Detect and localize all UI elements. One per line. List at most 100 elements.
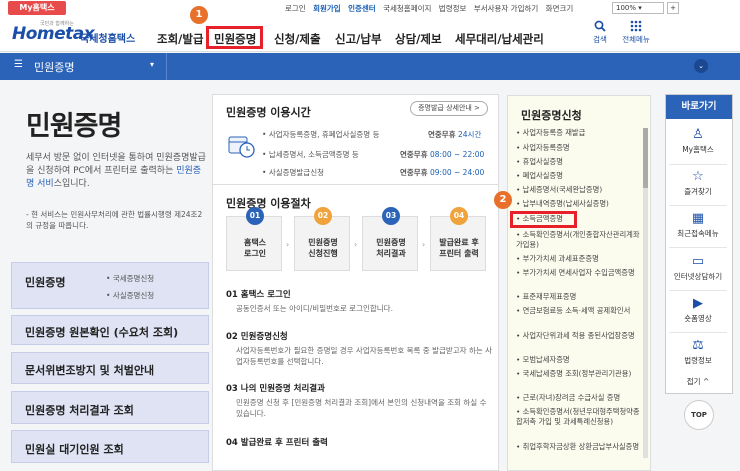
detail-guide-button[interactable]: 증명발급 상세안내 >: [410, 101, 488, 116]
process-title: 민원증명 이용절차: [226, 197, 311, 210]
divider: [669, 247, 727, 248]
hours-title: 민원증명 이용시간: [226, 106, 311, 119]
step-detail-title-2: 02 민원증명신청: [226, 332, 288, 342]
step-detail-title-3: 03 나의 민원증명 처리결과: [226, 384, 325, 394]
lbtn-label: 민원실 대기인원 조회: [25, 443, 124, 456]
dept-user-signup-link[interactable]: 부서사용자 가입하기: [474, 4, 538, 13]
apply-scrollbar-thumb[interactable]: [643, 128, 648, 188]
step-detail-desc-1: 공동인증서 또는 아이디/비밀번호로 로그인합니다.: [236, 304, 393, 313]
divider: [669, 290, 727, 291]
desc-text-end: 스입니다.: [53, 179, 90, 189]
divider: [669, 205, 727, 206]
nav-report-pay[interactable]: 신고/납부: [335, 31, 382, 47]
apply-item[interactable]: • 사업자단위과세 적용 종된사업장증명: [516, 331, 644, 341]
zoom-select[interactable]: 100% ▾: [612, 2, 664, 14]
quick-menu-title: 바로가기: [666, 95, 732, 119]
apply-item[interactable]: • 표준재무제표증명: [516, 292, 644, 302]
page-description: 세무서 방문 없이 인터넷을 통하여 민원증명발급을 신청하여 PC에서 프린터…: [26, 152, 206, 191]
quick-online-consult[interactable]: ▭ 인터넷상담하기: [665, 255, 731, 282]
sub-navigation-bar: ☰ 민원증명 ▾ ⌄: [0, 53, 740, 80]
highlight-box-income-amount: [510, 211, 577, 228]
search-button[interactable]: 검색: [586, 20, 614, 45]
chevron-right-icon: ›: [286, 240, 290, 249]
law-info-link[interactable]: 법령정보: [439, 4, 467, 13]
hours-row-3: • 사실증명발급신청: [262, 168, 325, 177]
subnav-title: 민원증명: [34, 61, 75, 74]
quick-recent-menu[interactable]: ▦ 최근접속메뉴: [665, 212, 731, 239]
apply-item[interactable]: • 부가가치세 과세표준증명: [516, 254, 644, 264]
all-menu-button[interactable]: 전체메뉴: [616, 20, 656, 45]
civil-cert-menu-button[interactable]: 민원증명 • 국세증명신청 • 사실증명신청: [11, 262, 209, 309]
subnav-divider: [166, 53, 167, 80]
cert-center-link[interactable]: 인증센터: [348, 4, 376, 13]
zoom-in-button[interactable]: +: [667, 2, 679, 14]
star-icon: ☆: [692, 169, 704, 184]
forgery-prevention-button[interactable]: 문서위변조방지 및 처벌안내: [11, 352, 209, 384]
hamburger-icon[interactable]: ☰: [14, 59, 23, 70]
step-card-4: 04 발급완료 후 프린터 출력: [430, 207, 486, 271]
nav-inquiry-issue[interactable]: 조회/발급: [157, 31, 204, 47]
search-icon: [594, 20, 606, 32]
original-verify-button[interactable]: 민원증명 원본확인 (수요처 조회): [11, 315, 209, 345]
law-icon: ⚖: [692, 338, 704, 353]
step-label: 민원증명 처리결과: [376, 238, 406, 258]
apply-item[interactable]: • 국세납세증명 조회(정부관리기관용): [516, 369, 644, 379]
chevron-right-icon: ›: [354, 240, 358, 249]
clock-calendar-icon: [228, 136, 255, 158]
apply-item[interactable]: • 납부내역증명(납세사실증명): [516, 199, 644, 209]
quick-favorites[interactable]: ☆ 즐겨찾기: [665, 170, 731, 197]
hours-row-2-time: 연중무휴 08:00 ~ 22:00: [400, 150, 485, 159]
fact-cert-link[interactable]: • 사실증명신청: [106, 290, 154, 301]
screen-size-label: 화면크기: [545, 4, 574, 13]
apply-item[interactable]: • 취업후학자금상환 상환금납부사실증명: [516, 442, 644, 452]
subnav-collapse-icon[interactable]: ⌄: [694, 59, 708, 73]
result-inquiry-button[interactable]: 민원증명 처리결과 조회: [11, 391, 209, 424]
logo-org: 국세청홈택스: [80, 34, 136, 45]
lbtn-label: 문서위변조방지 및 처벌안내: [25, 364, 155, 377]
play-icon: ▶: [693, 296, 703, 311]
apply-item[interactable]: • 소득확인증명서(청년우대형주택청약종합저축 가입 및 과세특례신청용): [516, 407, 644, 427]
nts-home-link[interactable]: 국세청홈페이지: [383, 4, 431, 13]
step-detail-title-4: 04 발급완료 후 프린터 출력: [226, 438, 328, 448]
quick-myhometax[interactable]: ♙ My홈택스: [665, 128, 731, 155]
lbtn-label: 민원증명: [25, 276, 66, 289]
quick-short-video[interactable]: ▶ 숏폼영상: [665, 297, 731, 324]
waiting-count-button[interactable]: 민원실 대기인원 조회: [11, 430, 209, 463]
step-badge-1: 1: [190, 6, 208, 24]
nav-consult-report[interactable]: 상담/제보: [395, 31, 442, 47]
nav-tax-agent[interactable]: 세무대리/납세관리: [455, 31, 544, 47]
apply-item[interactable]: • 휴업사실증명: [516, 157, 644, 167]
nav-apply-submit[interactable]: 신청/제출: [274, 31, 321, 47]
subnav-dropdown-icon[interactable]: ▾: [150, 60, 154, 69]
signup-link[interactable]: 회원가입: [313, 4, 341, 13]
apply-item[interactable]: • 연금보험료등 소득·세액 공제확인서: [516, 306, 644, 316]
apply-item[interactable]: • 폐업사실증명: [516, 171, 644, 181]
apply-item[interactable]: • 소득확인증명서(개인종합자산관리계좌 가입용): [516, 230, 644, 250]
national-tax-cert-link[interactable]: • 국세증명신청: [106, 273, 154, 284]
lbtn-label: 민원증명 원본확인 (수요처 조회): [25, 326, 179, 339]
step-number: 02: [314, 207, 332, 225]
step-detail-desc-2: 사업자등록번호가 필요한 증명일 경우 사업자등록번호 목록 중 발급받고자 하…: [236, 346, 493, 366]
search-label: 검색: [593, 35, 607, 44]
quick-collapse-button[interactable]: 접기 ^: [665, 376, 731, 387]
apply-item[interactable]: • 부가가치세 면세사업자 수입금액증명: [516, 268, 644, 278]
top-links: 로그인 회원가입 인증센터 국세청홈페이지 법령정보 부서사용자 가입하기 화면…: [285, 3, 578, 14]
step-card-3: 03 민원증명 처리결과: [362, 207, 418, 271]
apply-item[interactable]: • 근로(자녀)장려금 수급사실 증명: [516, 393, 644, 403]
login-link[interactable]: 로그인: [285, 4, 306, 13]
apply-item[interactable]: • 납세증명서(국세완납증명): [516, 185, 644, 195]
apply-item[interactable]: • 모범납세자증명: [516, 355, 644, 365]
grid-menu-icon: [630, 20, 642, 32]
step-card-1: 01 홈택스 로그인: [226, 207, 282, 271]
apply-item[interactable]: • 사업자등록증 재발급: [516, 128, 644, 138]
quick-law-info[interactable]: ⚖ 법령정보: [665, 339, 731, 366]
apply-item[interactable]: • 사업자등록증명: [516, 143, 644, 153]
chevron-right-icon: ›: [422, 240, 426, 249]
my-home-button[interactable]: My홈택스: [8, 1, 66, 15]
scroll-top-button[interactable]: TOP: [684, 400, 714, 430]
page-note: - 현 서비스는 민원사무처리에 관한 법률시행령 제24조2의 규정을 따릅니…: [26, 210, 203, 230]
step-badge-2: 2: [494, 191, 512, 209]
apply-title: 민원증명신청: [521, 109, 582, 122]
lbtn-label: 민원증명 처리결과 조회: [25, 404, 134, 417]
hometax-logo[interactable]: 국민과 함께하는 Hometax 국세청홈택스: [12, 21, 140, 48]
